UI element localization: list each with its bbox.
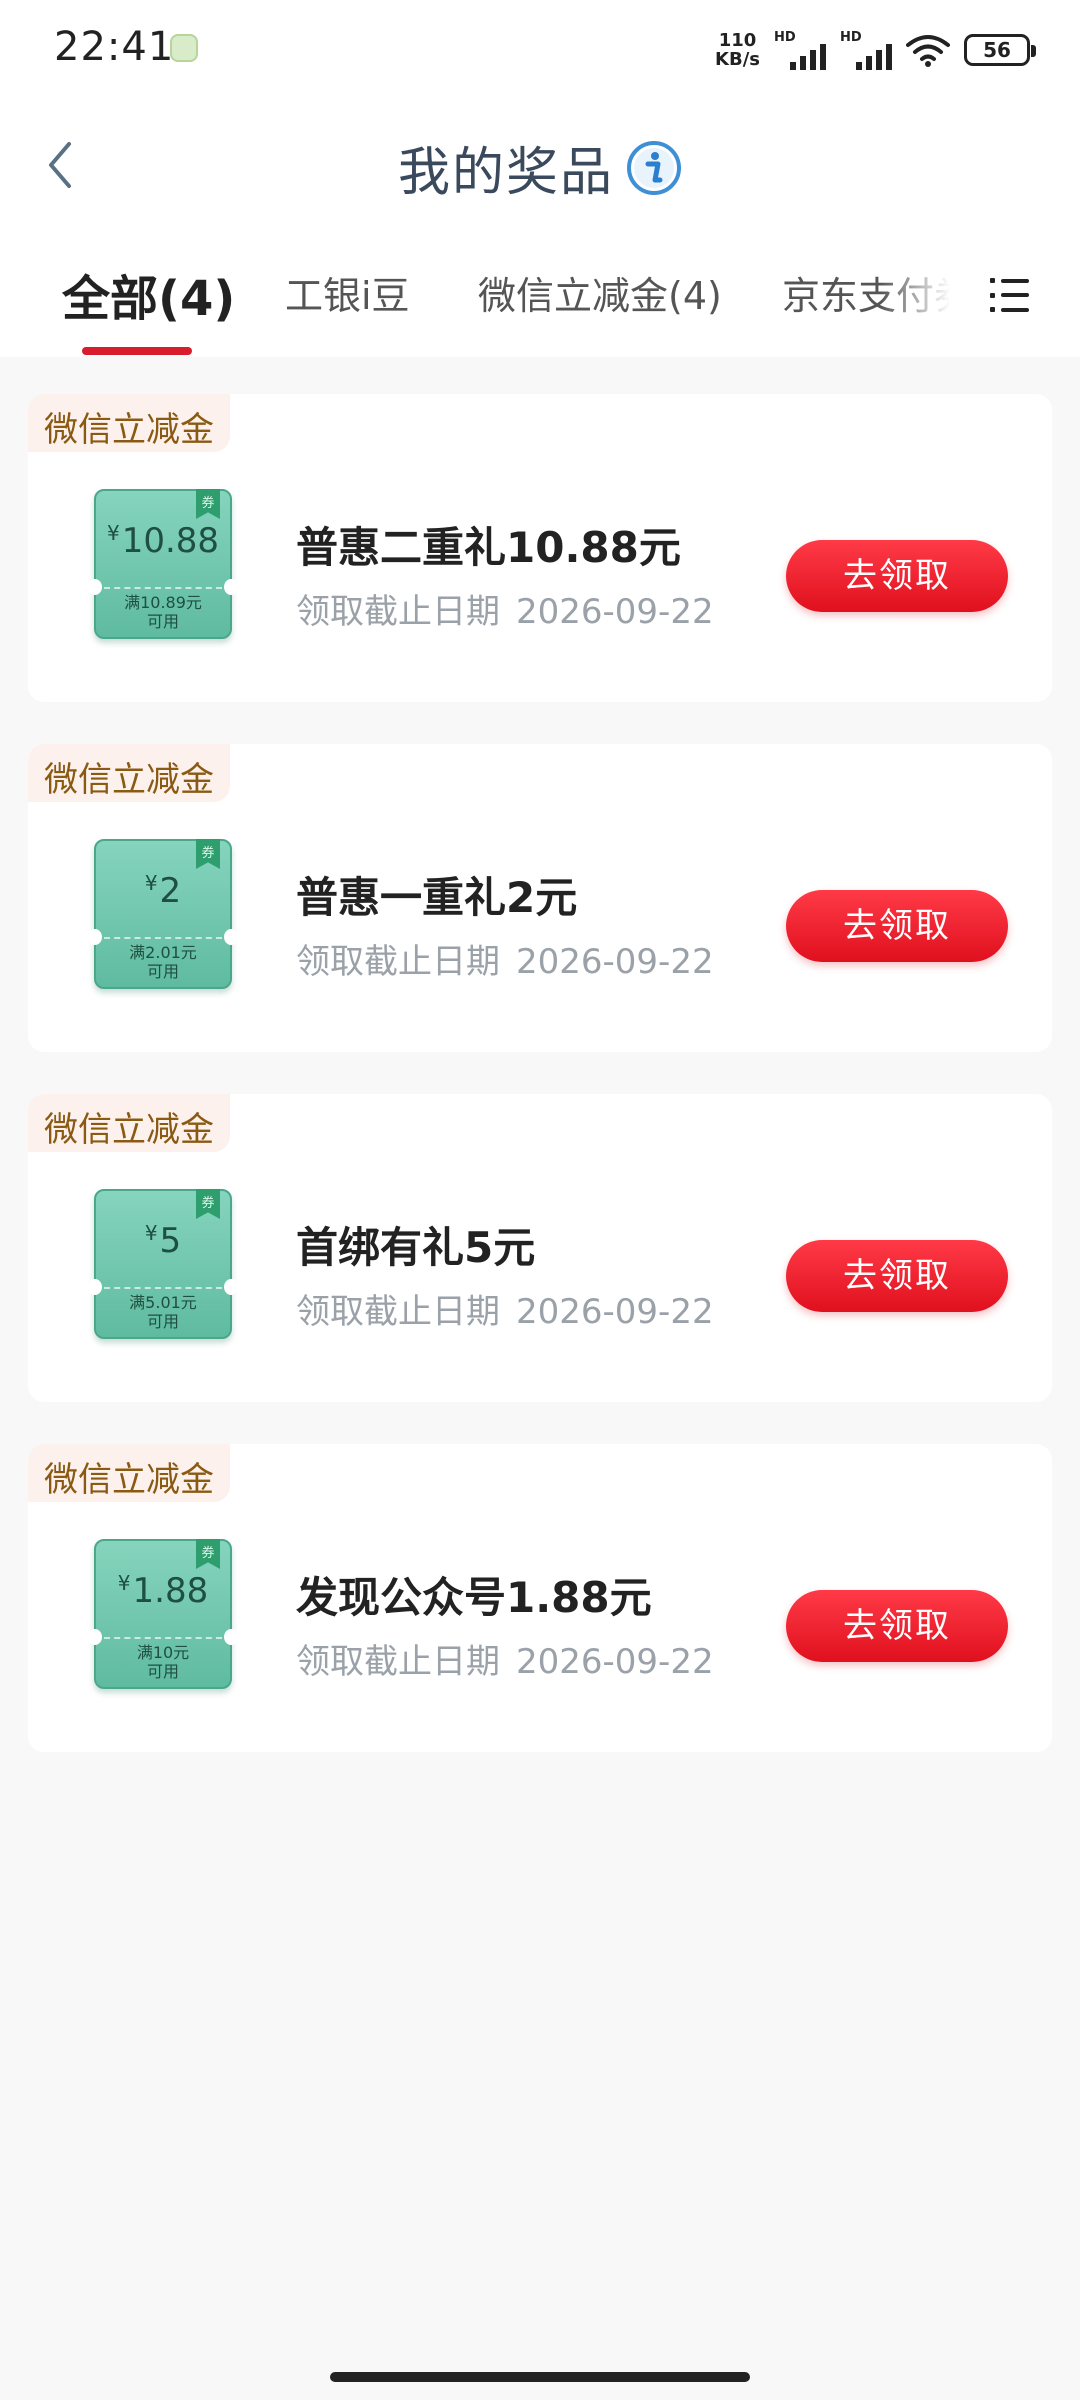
coupon-condition: 满2.01元 可用 bbox=[129, 943, 197, 981]
coupon-icon: 券 ¥2 满2.01元 可用 bbox=[88, 839, 238, 989]
coupon-amount: ¥10.88 bbox=[106, 521, 220, 561]
coupon-condition: 满10元 可用 bbox=[136, 1643, 190, 1681]
prize-deadline: 领取截止日期 2026-09-22 bbox=[296, 1642, 714, 1682]
tab-wechat-discount[interactable]: 微信立减金(4) bbox=[478, 265, 722, 320]
coupon-ribbon: 券 bbox=[196, 839, 220, 869]
coupon-ribbon: 券 bbox=[196, 1539, 220, 1569]
coupon-amount: ¥2 bbox=[144, 871, 182, 911]
prize-type-tag: 微信立减金 bbox=[28, 744, 230, 802]
prize-title: 普惠二重礼10.88元 bbox=[296, 523, 681, 572]
signal-sim1-icon: HD bbox=[774, 30, 826, 70]
tab-all[interactable]: 全部(4) bbox=[62, 259, 235, 329]
prize-deadline: 领取截止日期 2026-09-22 bbox=[296, 1292, 714, 1332]
network-speed-value: 110 bbox=[718, 30, 757, 51]
coupon-icon: 券 ¥5 满5.01元 可用 bbox=[88, 1189, 238, 1339]
tab-menu-button[interactable] bbox=[990, 270, 1040, 320]
prize-title: 发现公众号1.88元 bbox=[296, 1573, 652, 1622]
info-button[interactable] bbox=[626, 140, 682, 196]
page-title: 我的奖品 bbox=[397, 143, 614, 203]
status-indicators: 110 KB/s HD HD 56 bbox=[715, 28, 1036, 72]
prize-title: 普惠一重礼2元 bbox=[296, 873, 578, 922]
claim-button[interactable]: 去领取 bbox=[786, 540, 1008, 612]
prize-type-tag: 微信立减金 bbox=[28, 1444, 230, 1502]
prize-type-tag: 微信立减金 bbox=[28, 394, 230, 452]
info-icon bbox=[627, 140, 681, 195]
coupon-amount: ¥5 bbox=[144, 1221, 182, 1261]
coupon-icon: 券 ¥1.88 满10元 可用 bbox=[88, 1539, 238, 1689]
tab-overflow-fade bbox=[880, 235, 980, 355]
active-tab-indicator bbox=[82, 347, 192, 355]
signal-sim2-icon: HD bbox=[840, 30, 892, 70]
prize-deadline: 领取截止日期 2026-09-22 bbox=[296, 592, 714, 632]
coupon-ribbon: 券 bbox=[196, 1189, 220, 1219]
coupon-amount: ¥1.88 bbox=[117, 1571, 209, 1611]
coupon-condition: 满5.01元 可用 bbox=[129, 1293, 197, 1331]
network-speed-unit: KB/s bbox=[715, 49, 760, 70]
prize-card: 微信立减金 券 ¥5 满5.01元 可用 首绑有礼5元 领取截止日期 2026-09… bbox=[28, 1094, 1052, 1402]
category-tabs: 全部(4) 工银i豆 微信立减金(4) 京东支付券 bbox=[0, 235, 1080, 357]
prize-deadline: 领取截止日期 2026-09-22 bbox=[296, 942, 714, 982]
coupon-condition: 满10.89元 可用 bbox=[124, 593, 202, 631]
status-time: 22:41 bbox=[54, 24, 175, 70]
coupon-ribbon: 券 bbox=[196, 489, 220, 519]
app-header: 我的奖品 bbox=[0, 100, 1080, 235]
claim-button[interactable]: 去领取 bbox=[786, 1590, 1008, 1662]
notification-app-icon bbox=[170, 34, 198, 62]
home-indicator[interactable] bbox=[330, 2372, 750, 2382]
status-bar: 22:41 110 KB/s HD HD 56 bbox=[0, 0, 1080, 100]
prize-type-tag: 微信立减金 bbox=[28, 1094, 230, 1152]
coupon-icon: 券 ¥10.88 满10.89元 可用 bbox=[88, 489, 238, 639]
sim2-hd-label: HD bbox=[840, 30, 862, 45]
claim-button[interactable]: 去领取 bbox=[786, 1240, 1008, 1312]
wifi-icon bbox=[906, 33, 950, 67]
list-menu-icon bbox=[990, 278, 1040, 283]
tab-icbc-beans[interactable]: 工银i豆 bbox=[285, 265, 410, 320]
prize-card: 微信立减金 券 ¥1.88 满10元 可用 发现公众号1.88元 领取截止日期 20… bbox=[28, 1444, 1052, 1752]
prize-card: 微信立减金 券 ¥2 满2.01元 可用 普惠一重礼2元 领取截止日期 2026-0… bbox=[28, 744, 1052, 1052]
claim-button[interactable]: 去领取 bbox=[786, 890, 1008, 962]
network-speed: 110 KB/s bbox=[715, 31, 760, 69]
prize-card: 微信立减金 券 ¥10.88 满10.89元 可用 普惠二重礼10.88元 领取截… bbox=[28, 394, 1052, 702]
sim1-hd-label: HD bbox=[774, 30, 796, 45]
battery-icon: 56 bbox=[964, 34, 1036, 66]
prize-title: 首绑有礼5元 bbox=[296, 1223, 536, 1272]
